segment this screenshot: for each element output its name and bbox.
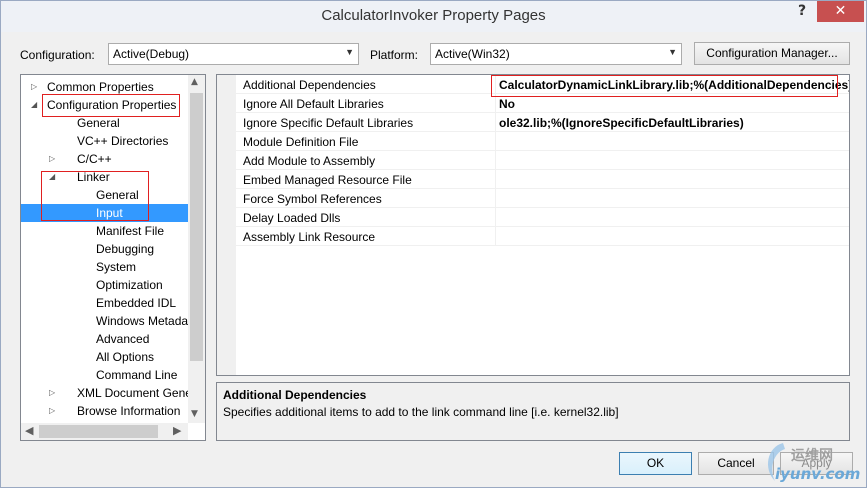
row-margin [217,227,236,246]
watermark-en: iyunv.com [775,465,861,483]
platform-select[interactable]: Active(Win32) ▼ [430,43,682,65]
scrollbar-thumb[interactable] [39,425,158,438]
tree-vertical-scrollbar[interactable]: ▲ ▼ [188,75,205,423]
property-row[interactable]: Force Symbol References [217,189,849,208]
tree-item[interactable]: Embedded IDL [21,294,188,312]
expand-arrow-icon[interactable]: ▷ [31,78,37,96]
row-margin [217,170,236,189]
property-name: Additional Dependencies [243,78,376,92]
configuration-manager-button[interactable]: Configuration Manager... [694,42,850,65]
tree-item-label: Manifest File [96,224,165,238]
tree-item[interactable]: Optimization [21,276,188,294]
property-grid: Additional Dependencies CalculatorDynamic… [216,74,850,376]
property-value[interactable]: ole32.lib;%(IgnoreSpecificDefaultLibrari… [499,116,744,130]
close-button[interactable]: ✕ [817,1,864,22]
chevron-down-icon: ▼ [345,47,354,57]
tree-item-label: C/C++ [77,152,112,166]
tree-item[interactable]: System [21,258,188,276]
ok-button[interactable]: OK [619,452,692,475]
property-row[interactable]: Embed Managed Resource File [217,170,849,189]
property-tree: ▷ Common Properties ◢ Configuration Propert… [20,74,206,441]
tree-item[interactable]: Command Line [21,366,188,384]
watermark-cn: 运维网 [791,448,833,464]
tree-item[interactable]: Advanced [21,330,188,348]
row-margin [217,75,236,94]
tree-item-label: Browse Information [77,404,181,418]
property-row[interactable]: Ignore Specific Default Libraries ole32.l… [217,113,849,132]
tree-horizontal-scrollbar[interactable]: ◀ ▶ [21,423,188,440]
property-value[interactable]: No [499,97,515,111]
property-pages-dialog: CalculatorInvoker Property Pages ? ✕ Con… [0,0,867,488]
highlight-configuration-properties [42,94,180,117]
expand-arrow-icon[interactable]: ▷ [49,402,55,420]
property-row[interactable]: Delay Loaded Dlls [217,208,849,227]
description-panel: Additional Dependencies Specifies additi… [216,382,850,441]
platform-label: Platform: [370,48,419,62]
property-row[interactable]: Add Module to Assembly [217,151,849,170]
tree-item-label: System [96,260,137,274]
column-divider [495,189,496,208]
row-margin [217,151,236,170]
tree-item[interactable]: Manifest File [21,222,188,240]
row-margin [217,94,236,113]
tree-item[interactable]: VC++ Directories [21,132,188,150]
tree-item-label: All Options [96,350,155,364]
column-divider [495,151,496,170]
property-row[interactable]: Assembly Link Resource [217,227,849,246]
property-name: Ignore All Default Libraries [243,97,384,111]
tree-item-label: Debugging [96,242,155,256]
tree-item[interactable]: ▷ XML Document Genera [21,384,203,402]
column-divider [495,132,496,151]
tree-item-label: Command Line [96,368,178,382]
tree-item-label: Advanced [96,332,150,346]
tree-item-label: Embedded IDL [96,296,177,310]
configuration-label: Configuration: [20,48,95,62]
column-divider [495,208,496,227]
scroll-down-icon[interactable]: ▼ [191,409,198,419]
expand-arrow-icon[interactable]: ▷ [49,150,55,168]
scroll-up-icon[interactable]: ▲ [191,77,198,87]
scroll-right-icon[interactable]: ▶ [173,424,181,437]
title-bar: CalculatorInvoker Property Pages ? ✕ [1,1,866,32]
watermark-logo: 运维网 iyunv.com [761,439,866,487]
scroll-left-icon[interactable]: ◀ [25,424,33,437]
column-divider [495,227,496,246]
tree-item[interactable]: ▷ Browse Information [21,402,188,420]
property-name: Assembly Link Resource [243,230,376,244]
tree-item[interactable]: Debugging [21,240,188,258]
column-divider [495,113,496,132]
window-title: CalculatorInvoker Property Pages [321,7,546,24]
row-margin [217,208,236,227]
column-divider [495,170,496,189]
tree-item-label: XML Document Genera [77,386,203,400]
property-name: Embed Managed Resource File [243,173,412,187]
property-name: Delay Loaded Dlls [243,211,341,225]
row-margin [217,189,236,208]
row-margin [217,132,236,151]
configuration-value: Active(Debug) [113,47,190,61]
tree-item-label: Windows Metadata [96,314,199,328]
description-text: Specifies additional items to add to the… [223,405,619,419]
platform-value: Active(Win32) [435,47,510,61]
chevron-down-icon: ▼ [668,47,677,57]
property-name: Force Symbol References [243,192,382,206]
row-margin [217,113,236,132]
collapse-arrow-icon[interactable]: ◢ [31,96,37,114]
help-button[interactable]: ? [790,3,814,23]
tree-item[interactable]: Windows Metadata [21,312,198,330]
expand-arrow-icon[interactable]: ▷ [49,384,55,402]
description-title: Additional Dependencies [223,388,367,402]
highlight-linker-input [41,171,149,221]
tree-item[interactable]: ▷ C/C++ [21,150,188,168]
property-row[interactable]: Module Definition File [217,132,849,151]
highlight-additional-dependencies [491,75,838,97]
property-name: Ignore Specific Default Libraries [243,116,414,130]
property-name: Add Module to Assembly [243,154,376,168]
tree-item-label: Optimization [96,278,163,292]
configuration-select[interactable]: Active(Debug) ▼ [108,43,359,65]
property-name: Module Definition File [243,135,359,149]
tree-item-label: VC++ Directories [77,134,169,148]
scrollbar-thumb[interactable] [190,93,203,361]
tree-item[interactable]: All Options [21,348,188,366]
